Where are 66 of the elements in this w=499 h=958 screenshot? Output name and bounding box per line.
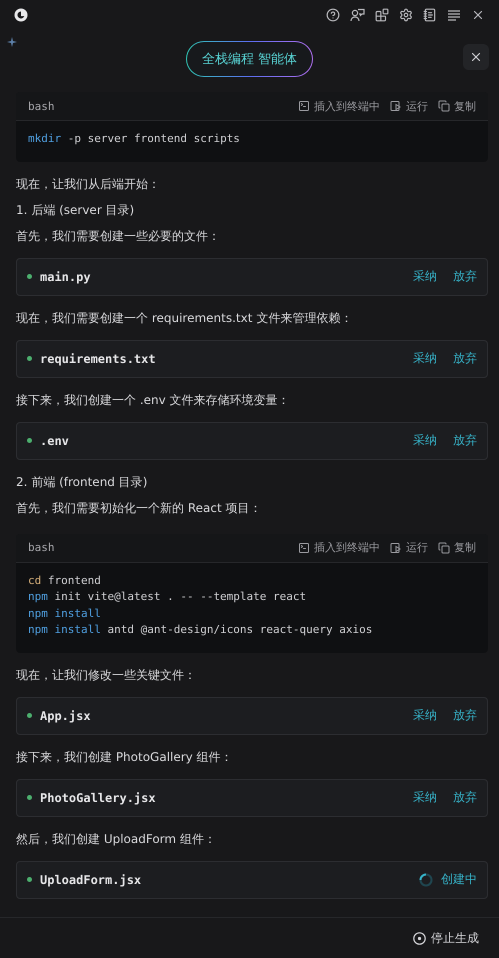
code-language: bash [28,100,56,112]
code-line: cd frontend [28,572,102,588]
message-text: 接下来，我们创建 PhotoGallery 组件： [16,748,234,766]
code-line: npm install antd @ant-design/icons react-query axios [28,622,374,638]
mode-badge: 全栈编程 智能体 [186,41,314,77]
message-text: 现在，让我们修改一些关键文件： [16,666,197,684]
terminal-icon [298,100,310,112]
file-name: UploadForm.jsx [40,872,142,886]
copy-icon [438,100,450,112]
status-dot [27,713,32,718]
accept-link[interactable]: 采纳 [405,268,437,285]
discard-link[interactable]: 放弃 [445,350,477,367]
file-name: requirements.txt [40,352,157,366]
notebook-icon[interactable] [423,8,437,22]
message-text: 然后，我们创建 UploadForm 组件： [16,830,217,848]
accept-link[interactable]: 采纳 [405,350,437,367]
code-action[interactable]: 复制 [438,98,476,114]
code-action[interactable]: 插入到终端中 [298,540,380,555]
code-line: mkdir -p server frontend scripts [28,131,241,147]
file-name: App.jsx [40,708,92,722]
message-text: 首先，我们需要初始化一个新的 React 项目： [16,500,262,516]
settings-icon[interactable] [399,8,413,22]
status-dot [27,795,32,800]
status-dot [27,438,32,443]
message-text: 1. 后端 (server 目录) [16,202,136,218]
file-name: .env [40,434,70,448]
close-button[interactable] [463,44,489,70]
message-text: 首先，我们需要创建一些必要的文件： [16,228,221,244]
code-action[interactable]: 复制 [438,540,476,555]
accept-link[interactable]: 采纳 [405,707,437,724]
code-language: bash [28,541,56,554]
accept-link[interactable]: 采纳 [405,432,437,449]
discard-link[interactable]: 放弃 [445,268,477,285]
discard-link[interactable]: 放弃 [445,789,477,806]
close-icon [469,50,483,64]
status-label: 创建中 [441,871,477,888]
copy-icon [438,542,450,554]
code-action[interactable]: 运行 [390,540,428,555]
blocks-icon[interactable] [375,8,389,22]
status-dot [27,356,32,361]
message-text: 现在，让我们从后端开始： [16,176,161,192]
message-text: 现在，我们需要创建一个 requirements.txt 文件来管理依赖： [16,310,354,326]
stop-generating-button[interactable]: 停止生成 [407,928,485,948]
logo-icon [14,8,28,22]
code-action[interactable]: 插入到终端中 [298,98,380,114]
code-line: npm install [28,606,102,622]
discard-link[interactable]: 放弃 [445,432,477,449]
person-chat-icon[interactable] [350,8,365,22]
code-line: npm init vite@latest . -- --template react [28,589,308,605]
stop-icon [413,932,426,944]
lines-icon[interactable] [447,9,461,21]
code-action[interactable]: 运行 [390,98,428,114]
status-dot [27,877,32,882]
help-icon[interactable] [326,8,340,22]
status-dot [27,274,32,279]
sparkle-icon [6,36,18,48]
file-name: main.py [40,270,92,284]
message-text: 接下来，我们创建一个 .env 文件来存储环境变量： [16,392,291,408]
close-icon[interactable] [471,8,485,22]
discard-link[interactable]: 放弃 [445,707,477,724]
message-text: 2. 前端 (frontend 目录) [16,474,148,490]
play-icon [390,542,402,554]
file-name: PhotoGallery.jsx [40,790,157,804]
terminal-icon [298,542,310,554]
play-icon [390,100,402,112]
accept-link[interactable]: 采纳 [405,789,437,806]
